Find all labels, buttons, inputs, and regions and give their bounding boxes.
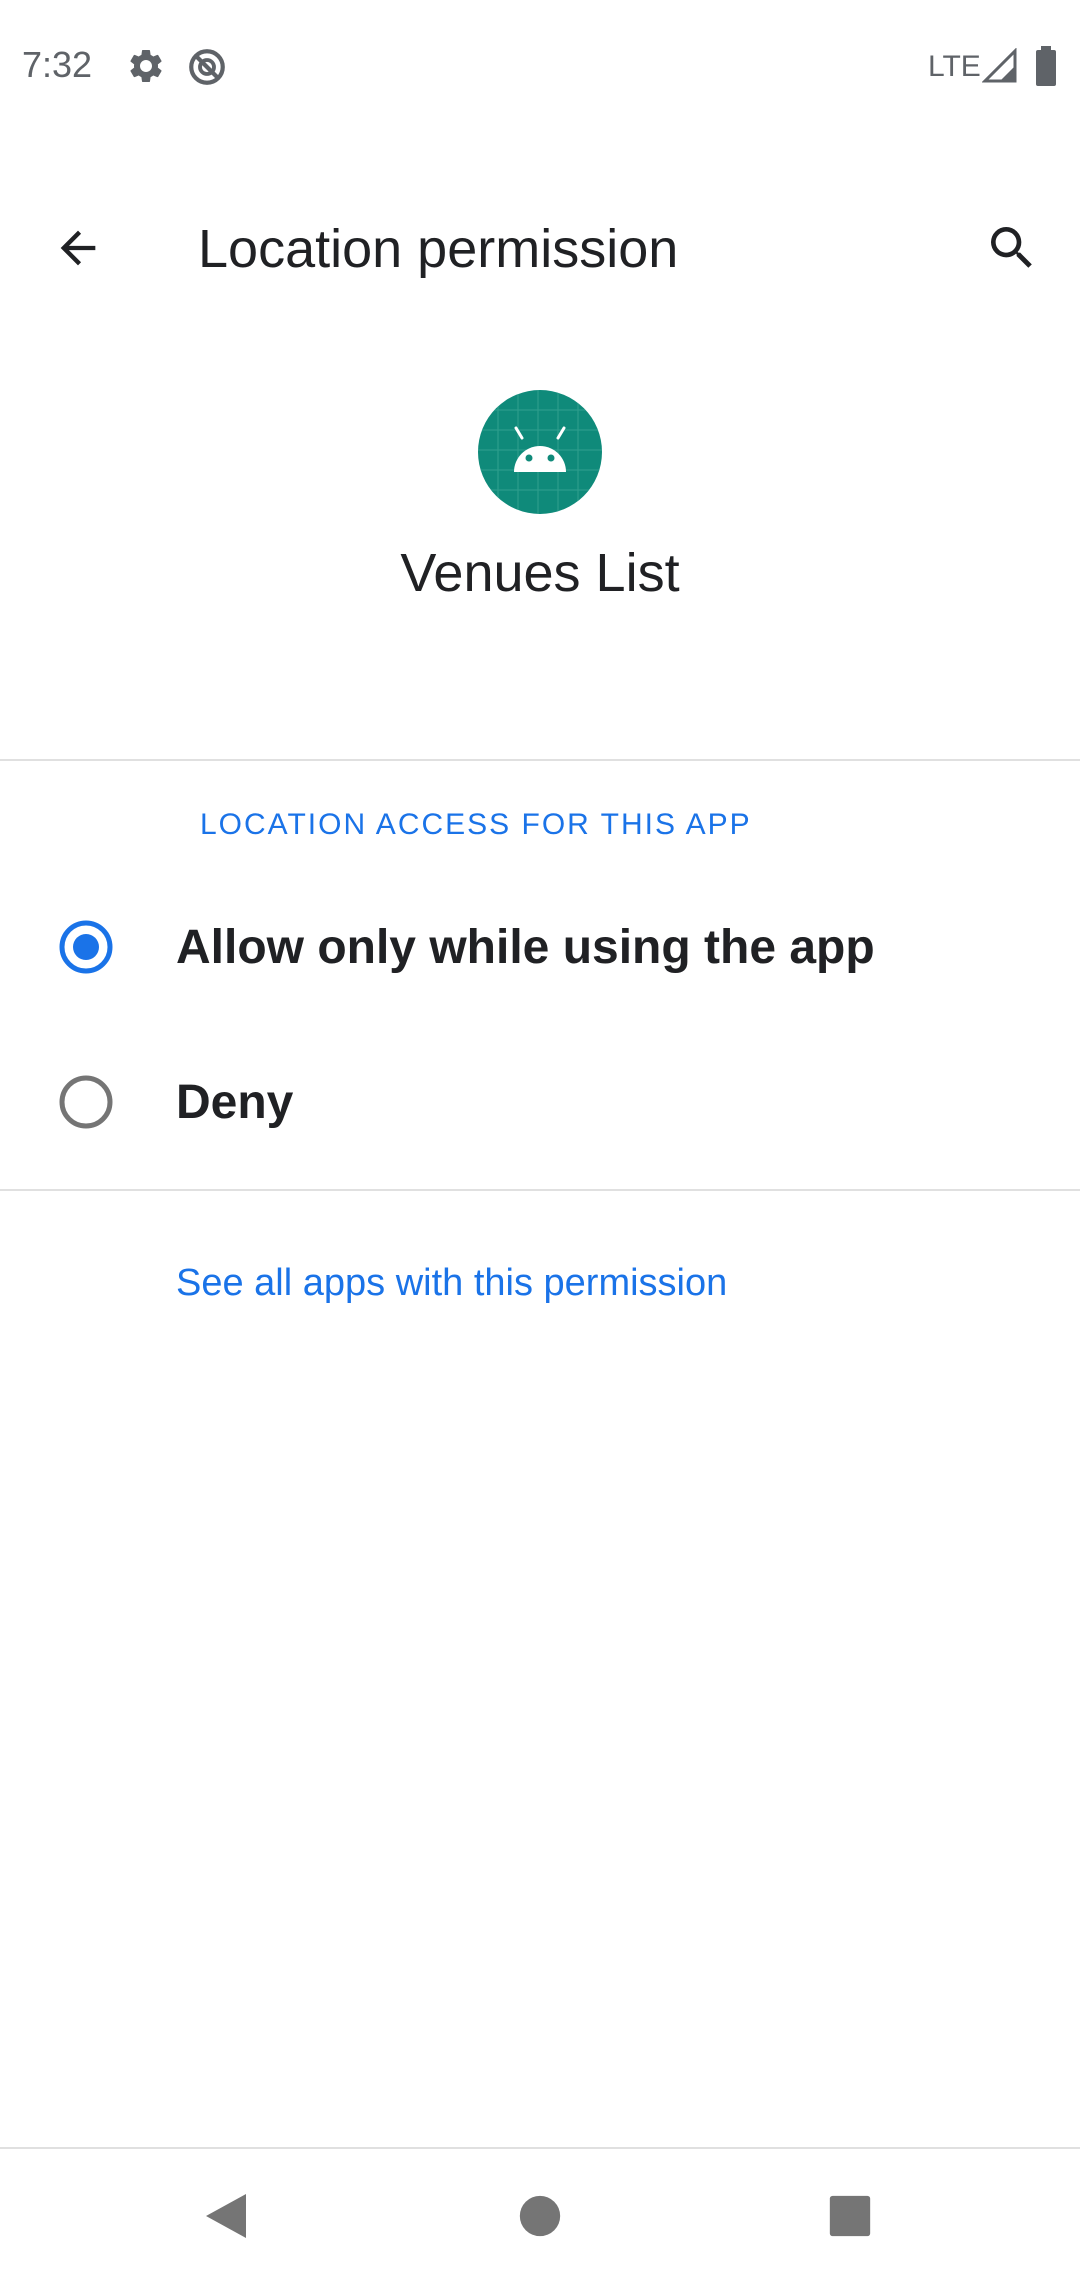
android-icon — [478, 390, 602, 514]
see-all-apps-link[interactable]: See all apps with this permission — [176, 1262, 727, 1305]
nav-back-icon — [206, 2194, 246, 2238]
nav-back-button[interactable] — [186, 2176, 266, 2256]
app-name: Venues List — [400, 543, 680, 603]
page-title: Location permission — [198, 219, 679, 279]
do-not-disturb-icon — [186, 46, 228, 93]
nav-home-icon — [519, 2195, 561, 2237]
signal-icon — [981, 47, 1018, 89]
app-bar: Location permission — [0, 180, 1080, 320]
status-bar: 7:32 LTE — [0, 0, 1080, 136]
nav-divider — [0, 2147, 1080, 2149]
back-button[interactable] — [40, 210, 116, 286]
network-type: LTE — [928, 50, 981, 83]
search-button[interactable] — [974, 210, 1050, 286]
radio-unselected-icon[interactable] — [58, 1074, 114, 1130]
navigation-bar — [0, 2150, 1080, 2280]
radio-selected-icon[interactable] — [58, 919, 114, 975]
divider — [0, 759, 1080, 761]
search-icon — [991, 227, 1032, 268]
battery-icon — [1034, 46, 1058, 91]
nav-home-button[interactable] — [500, 2176, 580, 2256]
option-label: Allow only while using the app — [176, 921, 875, 974]
option-deny[interactable]: Deny — [0, 1027, 1080, 1177]
arrow-back-icon — [60, 230, 96, 266]
option-allow-while-using[interactable]: Allow only while using the app — [0, 872, 1080, 1022]
divider — [0, 1189, 1080, 1191]
nav-recents-icon — [829, 2195, 871, 2237]
status-time: 7:32 — [22, 44, 93, 85]
app-header: Venues List — [0, 390, 1080, 604]
gear-icon — [126, 46, 166, 91]
nav-recents-button[interactable] — [810, 2176, 890, 2256]
section-label: LOCATION ACCESS FOR THIS APP — [200, 808, 752, 841]
option-label: Deny — [176, 1076, 294, 1129]
